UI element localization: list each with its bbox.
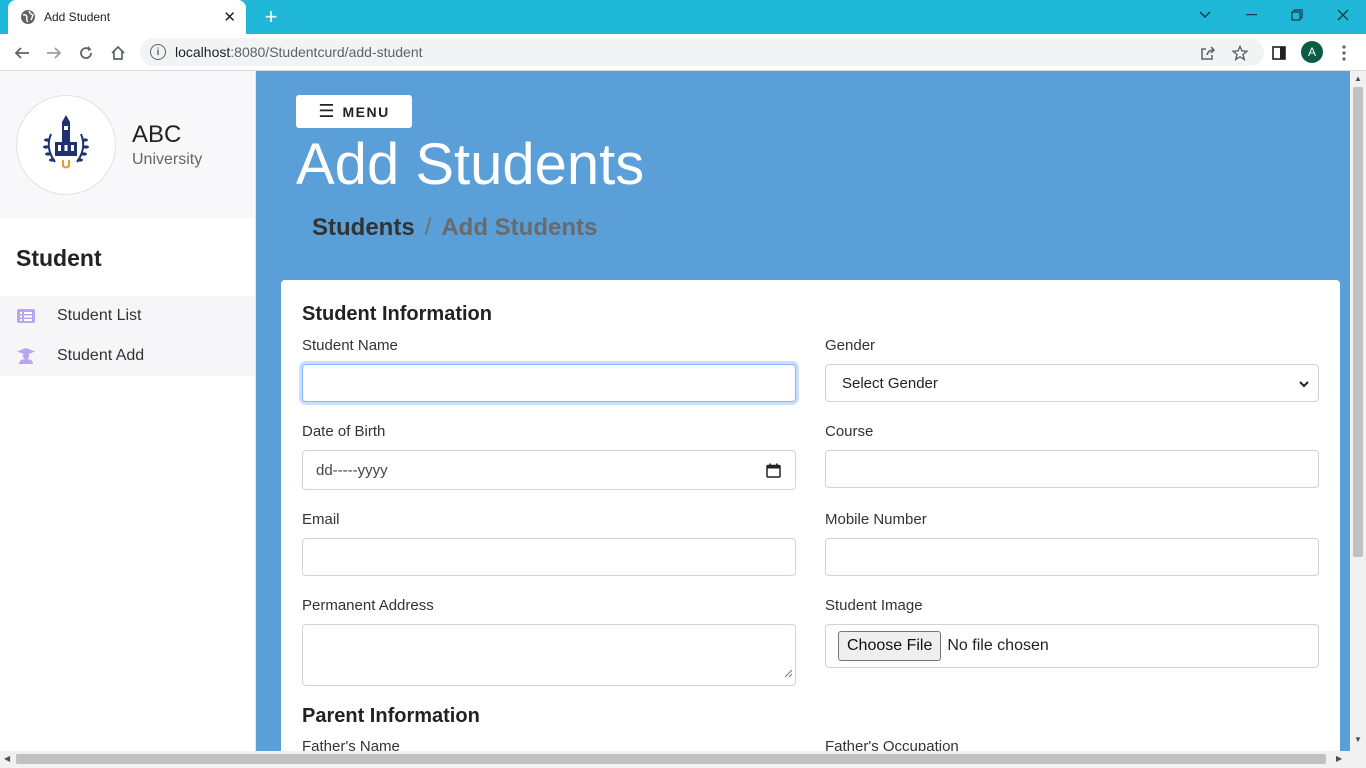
vertical-scroll-thumb[interactable] xyxy=(1353,87,1363,557)
student-name-input[interactable] xyxy=(302,364,796,402)
restore-button[interactable] xyxy=(1274,0,1320,30)
graduate-icon xyxy=(17,348,35,364)
horizontal-scrollbar[interactable]: ◀ ▶ xyxy=(0,751,1366,768)
scroll-down-arrow-icon[interactable]: ▼ xyxy=(1354,735,1362,744)
share-icon[interactable] xyxy=(1195,40,1221,66)
student-name-label: Student Name xyxy=(302,337,398,354)
student-form-card: Student Information Student Name Gender … xyxy=(281,280,1340,751)
brand-area: ABC University xyxy=(0,71,255,218)
gender-select[interactable]: Select Gender xyxy=(825,364,1319,402)
list-icon xyxy=(17,309,35,323)
email-label: Email xyxy=(302,511,340,528)
breadcrumb-students-link[interactable]: Students xyxy=(312,214,415,242)
tab-title: Add Student xyxy=(44,10,111,24)
url-host: localhost xyxy=(175,44,231,60)
brand-name: ABC xyxy=(132,121,182,148)
menu-button-label: MENU xyxy=(342,103,390,120)
scroll-left-arrow-icon[interactable]: ◀ xyxy=(4,754,10,763)
course-input[interactable] xyxy=(825,450,1319,488)
sidebar-item-label: Student List xyxy=(57,307,142,324)
sidebar-menu: Student List Student Add xyxy=(0,296,255,376)
mobile-input[interactable] xyxy=(825,538,1319,576)
sidebar-item-label: Student Add xyxy=(57,347,145,364)
page-title: Add Students xyxy=(296,132,645,197)
address-textarea[interactable] xyxy=(302,624,796,686)
bookmark-star-icon[interactable] xyxy=(1227,40,1253,66)
minimize-button[interactable] xyxy=(1228,0,1274,30)
address-label: Permanent Address xyxy=(302,597,434,614)
browser-tab-strip: Add Student ✕ + xyxy=(0,0,1366,34)
dob-input[interactable]: dd-----yyyy xyxy=(302,450,796,490)
calendar-icon[interactable] xyxy=(766,463,781,482)
hamburger-icon: ☰ xyxy=(318,101,335,121)
menu-button[interactable]: ☰ MENU xyxy=(296,95,412,128)
father-occupation-label: Father's Occupation xyxy=(825,738,959,751)
gender-label: Gender xyxy=(825,337,876,354)
dob-label: Date of Birth xyxy=(302,423,386,440)
url-path: :8080/Studentcurd/add-student xyxy=(230,44,423,60)
resize-handle-icon[interactable] xyxy=(784,665,793,683)
choose-file-button[interactable]: Choose File xyxy=(838,631,942,661)
student-information-title: Student Information xyxy=(302,303,492,325)
email-input[interactable] xyxy=(302,538,796,576)
sidebar-item-student-add[interactable]: Student Add xyxy=(0,336,255,376)
main-content: ☰ MENU Add Students Students / Add Stude… xyxy=(256,71,1350,751)
browser-toolbar: i localhost :8080/Studentcurd/add-studen… xyxy=(0,34,1366,71)
brand-subtitle: University xyxy=(132,151,203,168)
forward-arrow-icon[interactable] xyxy=(41,40,67,66)
vertical-scrollbar[interactable]: ▲ ▼ xyxy=(1350,71,1366,751)
home-icon[interactable] xyxy=(105,40,131,66)
horizontal-scroll-thumb[interactable] xyxy=(16,754,1326,764)
browser-tab[interactable]: Add Student ✕ xyxy=(8,0,246,34)
gender-selected-value: Select Gender xyxy=(842,374,938,392)
new-tab-button[interactable]: + xyxy=(258,4,284,30)
sidebar-item-student-list[interactable]: Student List xyxy=(0,296,255,336)
scroll-right-arrow-icon[interactable]: ▶ xyxy=(1336,754,1342,763)
breadcrumb-separator: / xyxy=(424,214,432,241)
sidebar: ABC University Student Student List Stud… xyxy=(0,71,256,751)
breadcrumb-current: Add Students xyxy=(441,214,598,241)
back-arrow-icon[interactable] xyxy=(9,40,35,66)
student-image-input: Choose File No file chosen xyxy=(825,624,1319,668)
scroll-up-arrow-icon[interactable]: ▲ xyxy=(1354,74,1362,83)
reload-icon[interactable] xyxy=(73,40,99,66)
university-logo xyxy=(16,95,116,195)
tab-search-chevron-icon[interactable] xyxy=(1182,0,1228,30)
dob-placeholder: dd-----yyyy xyxy=(316,461,388,479)
file-status: No file chosen xyxy=(947,637,1049,654)
breadcrumb: Students / Add Students xyxy=(312,214,597,242)
more-options-icon[interactable] xyxy=(1331,40,1357,66)
mobile-label: Mobile Number xyxy=(825,511,927,528)
side-panel-icon[interactable] xyxy=(1266,40,1292,66)
profile-avatar[interactable]: A xyxy=(1301,41,1323,63)
parent-information-title: Parent Information xyxy=(302,705,480,727)
course-label: Course xyxy=(825,423,874,440)
site-info-icon[interactable]: i xyxy=(150,44,166,60)
chevron-down-icon xyxy=(1298,377,1310,394)
close-tab-icon[interactable]: ✕ xyxy=(223,8,236,26)
globe-icon xyxy=(20,9,36,25)
close-window-button[interactable] xyxy=(1320,0,1366,30)
address-bar[interactable]: i localhost :8080/Studentcurd/add-studen… xyxy=(140,38,1264,66)
father-name-label: Father's Name xyxy=(302,738,400,751)
sidebar-section-title: Student xyxy=(16,245,102,271)
student-image-label: Student Image xyxy=(825,597,923,614)
